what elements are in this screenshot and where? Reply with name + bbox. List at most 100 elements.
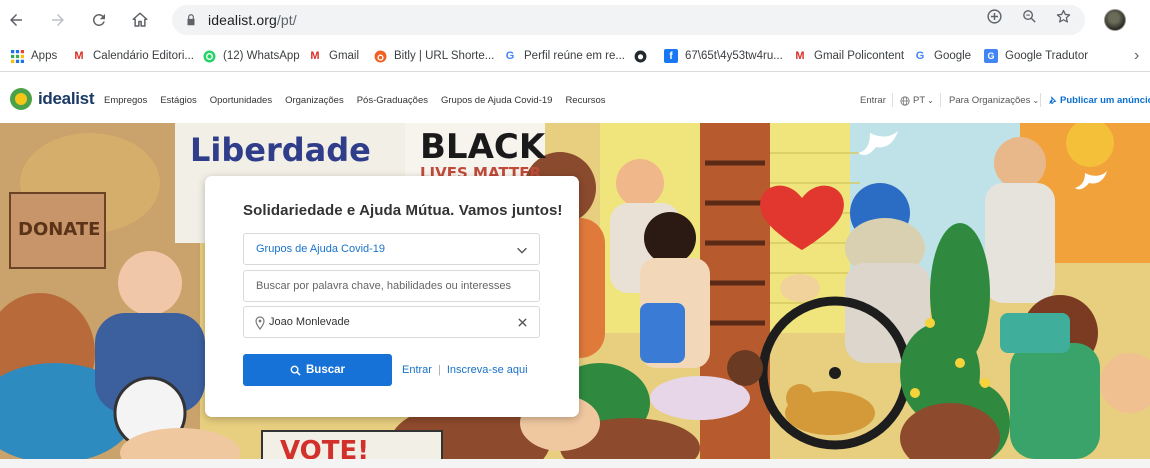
logo-text: idealist [38, 89, 95, 108]
category-select[interactable]: Grupos de Ajuda Covid-19 [243, 233, 540, 265]
idealist-logo[interactable]: idealist [10, 88, 94, 110]
nav-item-oportunidades[interactable]: Oportunidades [210, 95, 272, 106]
card-login-link[interactable]: Entrar [402, 364, 432, 376]
bookmark-facebook[interactable]: f 67\65t\4y53tw4ru... [664, 48, 783, 64]
header-divider [1040, 93, 1041, 107]
pin-tack-icon [1049, 96, 1057, 105]
auth-links: Entrar | Inscreva-se aqui [402, 364, 528, 376]
keyword-search-placeholder: Buscar por palavra chave, habilidades ou… [256, 280, 511, 292]
bookmark-perfil[interactable]: G Perfil reúne em re... [503, 48, 625, 64]
bookmark-gmail-policontent[interactable]: M Gmail Policontent [793, 48, 904, 64]
site-header: idealist Empregos Estágios Oportunidades… [0, 72, 1150, 123]
art-sign-vote: VOTE! [280, 436, 369, 459]
bookmark-label: Apps [31, 50, 58, 62]
login-link[interactable]: Entrar [860, 95, 886, 106]
bookmark-label: Bitly | URL Shorte... [394, 50, 495, 62]
arrow-left-icon [10, 14, 22, 26]
home-icon [132, 12, 148, 27]
nav-item-estagios[interactable]: Estágios [160, 95, 196, 106]
arrow-right-icon [52, 14, 64, 26]
bookmark-label: Gmail [329, 50, 360, 62]
bookmark-bitly[interactable]: Bitly | URL Shorte... [373, 48, 494, 64]
language-label: PT [913, 95, 926, 106]
idealist-logo-mark-icon [10, 88, 32, 110]
bookmark-star-button[interactable] [1053, 6, 1073, 26]
header-divider [892, 93, 893, 107]
nav-item-pos-graduacoes[interactable]: Pós-Graduações [357, 95, 428, 106]
google-icon: G [505, 50, 515, 62]
nav-item-recursos[interactable]: Recursos [565, 95, 605, 106]
url-path: /pt/ [276, 12, 297, 28]
add-extension-button[interactable] [984, 6, 1004, 26]
bookmark-google[interactable]: G Google [913, 48, 971, 64]
google-translate-icon: G [984, 49, 998, 63]
gmail-icon: M [74, 50, 84, 62]
bookmark-label: Calendário Editori... [93, 50, 194, 62]
bookmark-label: Google Tradutor [1005, 50, 1089, 62]
bookmark-label: 67\65t\4y53tw4ru... [685, 50, 783, 62]
link-separator: | [437, 364, 441, 376]
profile-avatar[interactable] [1104, 9, 1126, 31]
signup-link[interactable]: Inscreva-se aqui [447, 364, 528, 376]
bookmark-label: Gmail Policontent [814, 50, 905, 62]
publish-label: Publicar um anúncio [1060, 95, 1150, 106]
whatsapp-icon [202, 49, 216, 63]
chevron-down-icon: ⌄ [927, 96, 934, 105]
keyword-search-input[interactable]: Buscar por palavra chave, habilidades ou… [243, 270, 540, 302]
url-host: idealist.org [208, 12, 277, 28]
home-button[interactable] [126, 6, 154, 34]
bookmark-gmail[interactable]: M Gmail [308, 48, 359, 64]
lock-icon [187, 14, 195, 26]
facebook-icon: f [664, 49, 678, 63]
close-icon[interactable] [517, 317, 528, 328]
search-card-title: Solidariedade e Ajuda Mútua. Vamos junto… [243, 202, 563, 219]
bookmarks-bar: Apps M Calendário Editori... (12) WhatsAp… [0, 40, 1150, 72]
github-icon [633, 49, 647, 63]
art-sign-liberdade: Liberdade [190, 131, 371, 169]
browser-toolbar: idealist.org/pt/ [0, 0, 1150, 40]
bookmark-github[interactable] [633, 48, 654, 64]
star-icon [1056, 9, 1070, 23]
reload-button[interactable] [85, 6, 113, 34]
back-button[interactable] [2, 6, 30, 34]
art-sign-black: BLACK [420, 127, 547, 167]
bookmark-label: Google [934, 50, 972, 62]
nav-item-organizacoes[interactable]: Organizações [285, 95, 344, 106]
nav-item-empregos[interactable]: Empregos [104, 95, 147, 106]
google-icon: G [915, 50, 925, 62]
search-button[interactable]: Buscar [243, 354, 392, 386]
search-card: Solidariedade e Ajuda Mútua. Vamos junto… [205, 176, 579, 417]
bookmark-label: Perfil reúne em re... [524, 50, 625, 62]
url-text: idealist.org/pt/ [208, 12, 297, 28]
for-organizations-menu[interactable]: Para Organizações ⌄ [949, 95, 1039, 106]
bitly-icon [373, 49, 387, 63]
bookmark-whatsapp[interactable]: (12) WhatsApp [202, 48, 300, 64]
for-organizations-label: Para Organizações [949, 95, 1031, 106]
zoom-button[interactable] [1019, 6, 1039, 26]
bookmarks-overflow-chevron-icon[interactable]: › [1134, 47, 1139, 65]
location-pin-icon [255, 316, 265, 330]
apps-grid-icon [10, 49, 24, 63]
main-nav: Empregos Estágios Oportunidades Organiza… [104, 95, 619, 106]
bookmark-label: (12) WhatsApp [223, 50, 300, 62]
magnifier-icon [1022, 9, 1036, 23]
search-icon [290, 365, 301, 376]
search-button-label: Buscar [306, 364, 345, 376]
bookmark-apps[interactable]: Apps [10, 48, 57, 64]
language-selector[interactable]: PT ⌄ [900, 95, 934, 106]
gmail-icon: M [795, 50, 805, 62]
chevron-down-icon [517, 247, 527, 254]
reload-icon [92, 13, 105, 26]
header-divider [940, 93, 941, 107]
bookmark-calendario[interactable]: M Calendário Editori... [72, 48, 194, 64]
address-bar[interactable]: idealist.org/pt/ [172, 5, 1085, 35]
art-sign-donate: DONATE [18, 219, 100, 240]
category-select-value: Grupos de Ajuda Covid-19 [256, 243, 386, 255]
forward-button[interactable] [44, 6, 72, 34]
plus-circle-icon [986, 8, 1002, 24]
nav-item-grupos-covid[interactable]: Grupos de Ajuda Covid-19 [441, 95, 552, 106]
location-input[interactable]: Joao Monlevade [243, 306, 540, 338]
bookmark-google-tradutor[interactable]: G Google Tradutor [984, 48, 1088, 64]
publish-listing-link[interactable]: Publicar um anúncio [1048, 95, 1150, 106]
globe-icon [900, 95, 910, 106]
